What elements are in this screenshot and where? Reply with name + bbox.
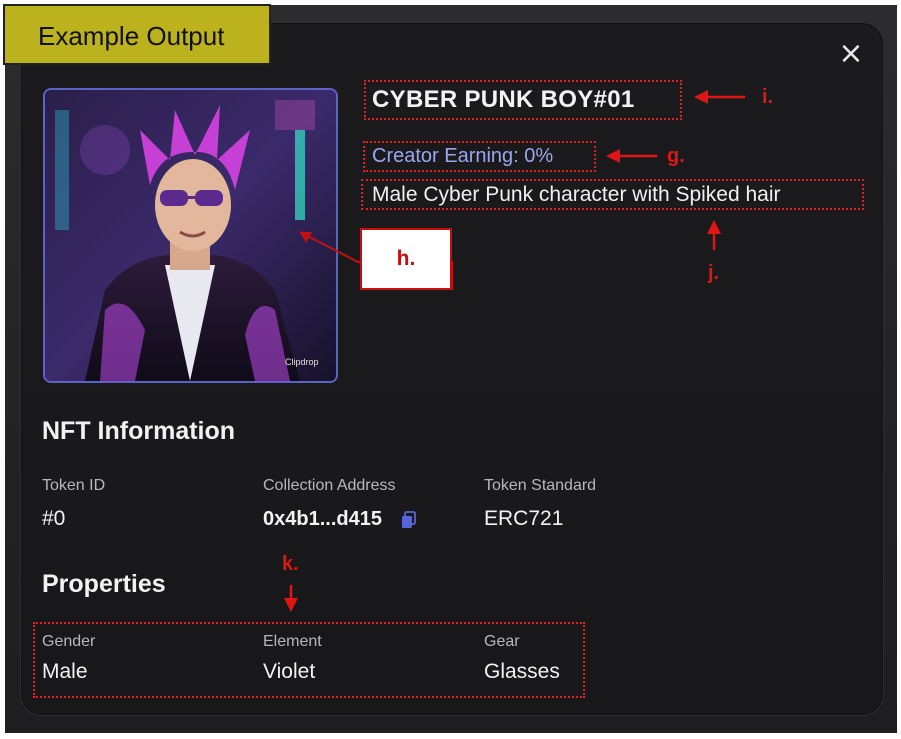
token-standard-label: Token Standard bbox=[484, 477, 597, 494]
property-value-gear: Glasses bbox=[484, 660, 560, 683]
token-standard-value: ERC721 bbox=[484, 507, 564, 530]
property-label-gear: Gear bbox=[484, 633, 520, 650]
annotation-box-earning bbox=[363, 141, 596, 172]
example-output-tag: Example Output bbox=[3, 4, 271, 65]
nft-information-heading: NFT Information bbox=[42, 417, 236, 445]
nft-image: Clipdrop bbox=[43, 88, 338, 383]
annotation-h-label: h. bbox=[360, 228, 452, 290]
token-id-value: #0 bbox=[42, 507, 66, 530]
collection-address-value: 0x4b1...d415 bbox=[263, 508, 382, 530]
collection-address-label: Collection Address bbox=[263, 477, 396, 494]
annotation-g-label: g. bbox=[667, 145, 685, 167]
property-value-gender: Male bbox=[42, 660, 88, 683]
token-id-label: Token ID bbox=[42, 477, 106, 494]
property-label-element: Element bbox=[263, 633, 322, 650]
annotation-k-label: k. bbox=[282, 553, 299, 575]
annotation-j-label: j. bbox=[708, 262, 720, 284]
watermark-text: Clipdrop bbox=[285, 357, 319, 367]
annotation-box-description bbox=[361, 179, 864, 210]
property-value-element: Violet bbox=[263, 660, 316, 683]
annotation-box-title bbox=[364, 80, 682, 120]
properties-heading: Properties bbox=[42, 570, 166, 598]
copy-icon[interactable] bbox=[401, 511, 417, 529]
annotation-i-label: i. bbox=[762, 86, 774, 108]
close-icon[interactable]: × bbox=[838, 39, 864, 69]
property-label-gender: Gender bbox=[42, 633, 96, 650]
